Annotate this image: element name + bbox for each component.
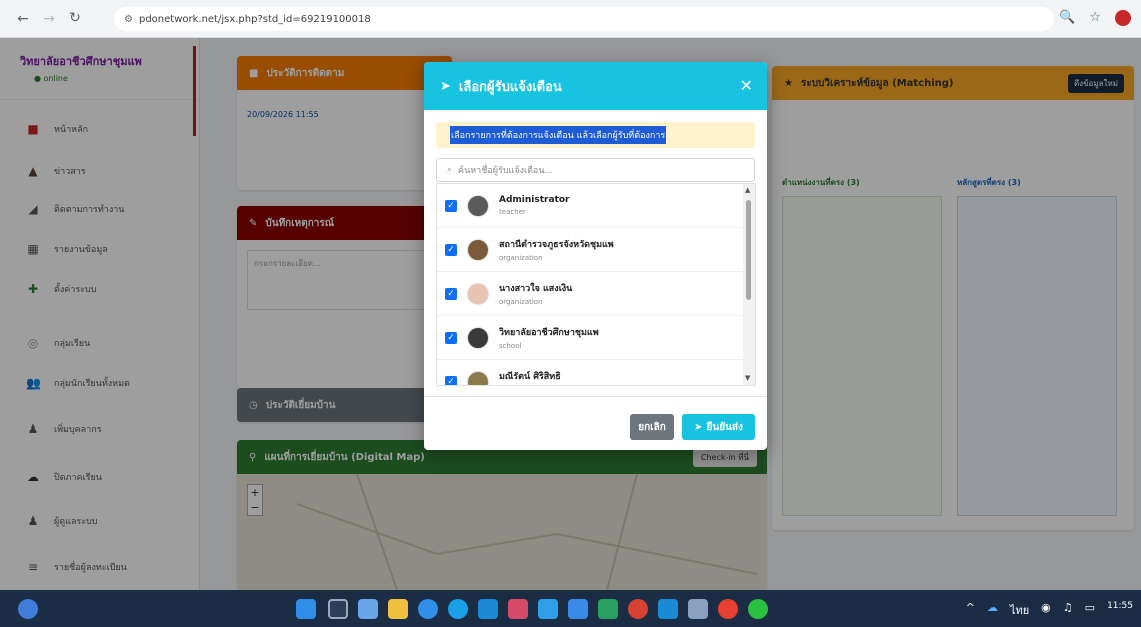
volume-icon[interactable]: ♫ [1063,601,1073,619]
checkbox-checked[interactable]: ✓ [445,199,457,212]
onedrive-icon[interactable]: ☁ [987,601,998,619]
recipient-role: teacher [499,208,526,216]
modal-header: ➤ เลือกผู้รับแจ้งเตือน ✕ [424,62,767,110]
recipient-name: สถานีตำรวจภูธรจังหวัดชุมแพ [499,240,614,250]
search-placeholder: ค้นหาชื่อผู้รับแจ้งเตือน... [458,166,554,176]
avatar [467,370,489,385]
browser-icon[interactable] [448,599,468,619]
avatar [467,326,489,349]
checkbox-checked[interactable]: ✓ [445,331,457,344]
photos-icon[interactable] [628,599,648,619]
scroll-up-icon[interactable]: ▲ [745,186,750,194]
clock[interactable]: 11:55 [1107,601,1133,619]
excel-icon[interactable] [598,599,618,619]
user-app-icon[interactable] [18,599,38,619]
list-item[interactable]: ✓ นางสาวใจ แสงเงิน organization [437,272,743,316]
task-view-icon[interactable] [358,599,378,619]
list-item[interactable]: ✓ มณีรัตน์ ศิริสิทธิteacher [437,360,743,385]
scroll-down-icon[interactable]: ▼ [745,374,750,382]
forward-icon[interactable]: → [38,11,60,27]
camera-icon[interactable] [688,599,708,619]
checkbox-checked[interactable]: ✓ [445,375,457,385]
avatar [467,194,489,217]
back-icon[interactable]: ← [12,11,34,27]
modal-footer: ยกเลิก ➤ ยืนยันส่ง [424,396,767,450]
confirm-send-button[interactable]: ➤ ยืนยันส่ง [682,414,755,440]
start-icon[interactable] [296,599,316,619]
battery-icon[interactable]: ▭ [1085,601,1095,619]
browser-toolbar: ← → ↻ ⚙ pdonetwork.net/jsx.php?std_id=69… [0,0,1141,38]
people-icon[interactable] [658,599,678,619]
recipient-name: วิทยาลัยอาชีวศึกษาชุมแพ [499,328,599,338]
recipient-role: organization [499,254,543,262]
notice-text: เลือกรายการที่ต้องการแจ้งเตือน แล้วเลือก… [450,126,667,144]
send-icon: ➤ [440,78,451,94]
list-item[interactable]: ✓ วิทยาลัยอาชีวศึกษาชุมแพ school [437,316,743,360]
chrome-icon[interactable] [718,599,738,619]
address-bar[interactable]: ⚙ pdonetwork.net/jsx.php?std_id=69219100… [114,7,1054,31]
avatar [467,238,489,261]
search-icon: ⌕ [447,165,453,175]
chevron-up-icon[interactable]: ^ [966,601,975,619]
app-icon[interactable] [508,599,528,619]
recipient-list[interactable]: ✓ Administrator teacher ✓ สถานีตำรวจภูธรจ… [436,183,756,386]
bookmark-star-icon[interactable]: ☆ [1089,10,1101,26]
search-icon[interactable] [328,599,348,619]
input-language[interactable]: ไทย [1010,601,1029,619]
line-icon[interactable] [748,599,768,619]
modal-title: เลือกผู้รับแจ้งเตือน [458,79,562,95]
avatar [467,282,489,305]
cancel-button[interactable]: ยกเลิก [630,414,674,440]
calendar-icon[interactable] [478,599,498,619]
store-icon[interactable] [538,599,558,619]
send-icon: ➤ [694,421,703,433]
recipient-name: มณีรัตน์ ศิริสิทธิ [499,372,561,382]
scroll-thumb[interactable] [746,200,751,300]
checkbox-checked[interactable]: ✓ [445,287,457,300]
checkbox-checked[interactable]: ✓ [445,243,457,256]
recipient-name: นางสาวใจ แสงเงิน [499,284,573,294]
reload-icon[interactable]: ↻ [64,10,86,26]
site-settings-icon[interactable]: ⚙ [124,14,133,25]
recipient-role: school [499,342,522,350]
list-scrollbar[interactable]: ▲ ▼ [743,184,755,385]
close-icon[interactable]: ✕ [740,76,753,95]
recipient-modal: ➤ เลือกผู้รับแจ้งเตือน ✕ เลือกรายการที่ต… [424,62,767,450]
mail-icon[interactable] [568,599,588,619]
url-text: pdonetwork.net/jsx.php?std_id=6921910001… [138,13,371,25]
confirm-label: ยืนยันส่ง [706,421,743,433]
recipient-role: organization [499,298,543,306]
taskbar: ^ ☁ ไทย ◉ ♫ ▭ 11:55 [0,590,1141,627]
file-explorer-icon[interactable] [388,599,408,619]
system-tray: ^ ☁ ไทย ◉ ♫ ▭ 11:55 [966,601,1133,619]
profile-avatar[interactable] [1115,10,1131,26]
notice-banner: เลือกรายการที่ต้องการแจ้งเตือน แล้วเลือก… [436,122,755,148]
recipient-name: Administrator [499,195,570,205]
recipient-search-input[interactable]: ⌕ ค้นหาชื่อผู้รับแจ้งเตือน... [436,158,755,182]
zoom-icon[interactable]: 🔍 [1059,10,1075,26]
edge-icon[interactable] [418,599,438,619]
list-item[interactable]: ✓ Administrator teacher [437,184,743,228]
wifi-icon[interactable]: ◉ [1041,601,1051,619]
list-item[interactable]: ✓ สถานีตำรวจภูธรจังหวัดชุมแพ organization [437,228,743,272]
